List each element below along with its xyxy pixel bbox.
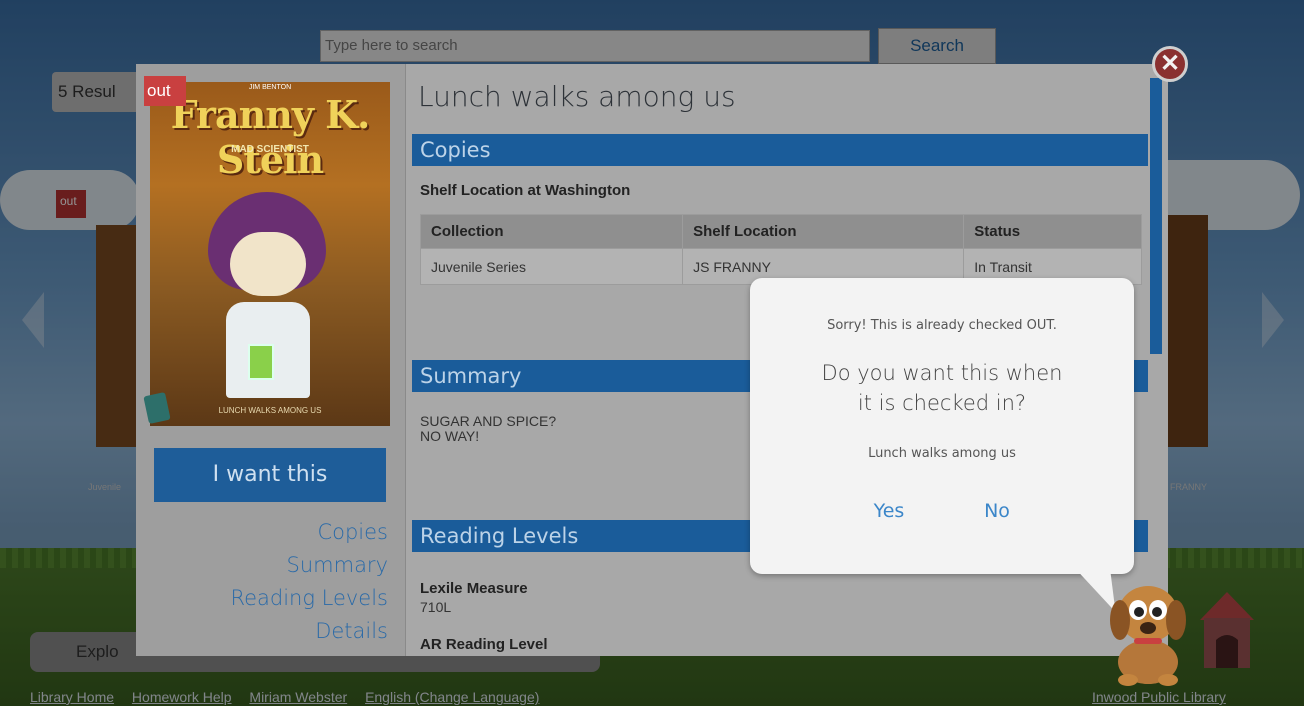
dialog-question-line: it is checked in? (857, 391, 1027, 415)
column-header: Status (963, 214, 1142, 249)
ar-level-label: AR Reading Level (420, 636, 548, 653)
book-cover: JIM BENTON Franny K. Stein MAD SCIENTIST… (150, 82, 390, 426)
cover-footer: LUNCH WALKS AMONG US (218, 406, 322, 415)
cover-illustration-face (230, 232, 306, 296)
nav-summary[interactable]: Summary (136, 549, 388, 582)
no-button[interactable]: No (962, 500, 1032, 522)
checked-out-dialog: Sorry! This is already checked OUT. Do y… (750, 278, 1134, 574)
lexile-label: Lexile Measure (420, 580, 528, 597)
modal-left-column: JIM BENTON Franny K. Stein MAD SCIENTIST… (136, 64, 406, 656)
puppy-mascot-icon (1110, 586, 1186, 686)
lexile-value: 710L (420, 599, 452, 615)
collection-cell: Juvenile Series (419, 248, 684, 285)
cover-beaker (248, 344, 274, 380)
dialog-question-line: Do you want this when (821, 361, 1063, 385)
table-header-row: Collection Shelf Location Status (419, 214, 1142, 249)
doghouse-icon (1200, 592, 1254, 668)
copies-header: Copies (412, 134, 1148, 166)
summary-line: SUGAR AND SPICE? (420, 413, 557, 429)
close-icon[interactable]: ✕ (1152, 46, 1188, 82)
column-header: Collection (419, 214, 684, 249)
summary-line: NO WAY! (420, 428, 480, 444)
dialog-question: Do you want this when it is checked in? (750, 358, 1134, 418)
copies-table: Collection Shelf Location Status Juvenil… (419, 214, 1142, 285)
summary-text: SUGAR AND SPICE? NO WAY! (420, 414, 556, 444)
yes-button[interactable]: Yes (854, 500, 924, 522)
i-want-this-button[interactable]: I want this (154, 448, 386, 502)
column-header: Shelf Location (682, 214, 965, 249)
nav-copies[interactable]: Copies (136, 516, 388, 549)
book-title: Lunch walks among us (418, 80, 736, 113)
out-tag: out (144, 76, 186, 106)
shelf-location-heading: Shelf Location at Washington (420, 182, 631, 199)
dialog-message: Sorry! This is already checked OUT. (827, 318, 1057, 333)
cover-subtitle: MAD SCIENTIST (231, 144, 309, 155)
nav-reading-levels[interactable]: Reading Levels (136, 582, 388, 615)
cover-author: JIM BENTON (248, 84, 292, 91)
nav-details[interactable]: Details (136, 615, 388, 648)
cover-title: Franny K. Stein (170, 92, 371, 182)
section-nav: Copies Summary Reading Levels Details (136, 516, 388, 648)
dialog-book-title: Lunch walks among us (868, 446, 1016, 461)
scrollbar[interactable] (1150, 78, 1162, 354)
